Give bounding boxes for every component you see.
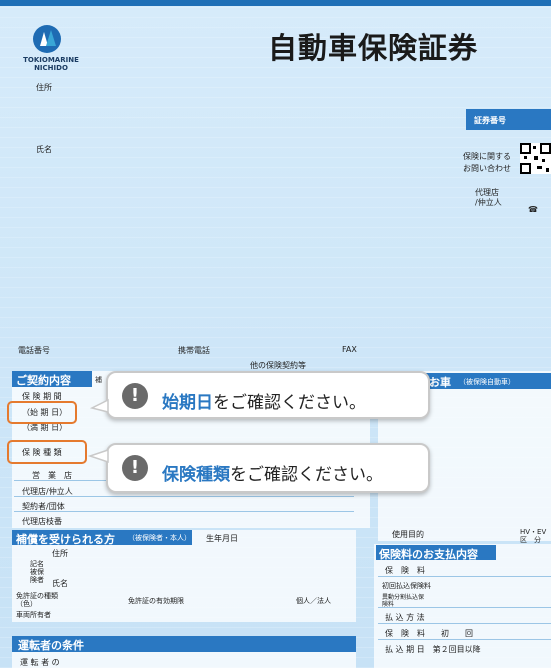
named-insured-label: 記名被保険者 [30, 560, 44, 584]
phone-label: 電話番号 [18, 346, 50, 355]
logo-line1: TOKIOMARINE [23, 56, 79, 64]
other-contracts-label: 他の保険契約等 [250, 361, 306, 370]
start-date-callout: ! 始期日をご確認ください。 [106, 371, 430, 419]
name-label: 氏名 [36, 145, 52, 154]
policy-number-label: 証券番号 [474, 116, 506, 125]
insurance-type-highlight [7, 440, 87, 464]
divider [378, 623, 551, 624]
payment-row-premium: 保 険 料 [385, 566, 425, 575]
callout-text: 保険種類をご確認ください。 [162, 460, 383, 485]
agent-line1: 代理店 [475, 188, 499, 197]
divider [14, 496, 354, 497]
payment-heading: 保険料のお支払内容 [376, 545, 496, 561]
driver-row-label: 運 転 者 の [20, 658, 60, 667]
divider [378, 639, 551, 640]
logo-line2: NICHIDO [34, 64, 68, 72]
exclamation-icon: ! [122, 455, 148, 481]
car-heading-text: お車 [429, 376, 451, 389]
start-date-highlight [7, 401, 77, 424]
insurance-type-callout: ! 保険種類をご確認ください。 [106, 443, 430, 493]
callout-highlight: 保険種類 [162, 465, 230, 485]
callout-pointer [88, 448, 109, 464]
vehicle-owner-label: 車両所有者 [16, 611, 51, 619]
fax-label: FAX [342, 345, 357, 354]
policy-number-box: 証券番号 [466, 109, 551, 130]
inquiry-line2: お問い合わせ [463, 164, 511, 173]
payment-heading-text: 保険料のお支払内容 [379, 548, 478, 561]
driver-heading: 運転者の条件 [12, 636, 356, 652]
qr-code-icon [520, 143, 551, 174]
license-type-label: 免許証の種類（色） [16, 592, 58, 608]
callout-text: 始期日をご確認ください。 [162, 388, 366, 413]
insured-address-label: 住所 [52, 549, 68, 558]
divider [378, 607, 551, 608]
payment-row-premium-first: 保 険 料 初 回 [385, 629, 473, 638]
tokio-marine-logo-icon [33, 25, 61, 53]
agent-line2: /仲立人 [475, 198, 502, 207]
individual-label: 個人／法人 [296, 597, 331, 605]
contract-heading-text: ご契約内容 [16, 374, 71, 387]
callout-pointer [90, 398, 109, 413]
insured-name-label: 氏名 [52, 579, 68, 588]
telephone-icon: ☎ [528, 205, 538, 214]
contract-tag: 補 [95, 376, 102, 384]
inquiry-label: 保険に関する お問い合わせ [463, 151, 511, 175]
contract-row-agent-branch: 代理店枝番 [22, 517, 62, 526]
dob-label: 生年月日 [206, 534, 238, 543]
payment-row-first: 初回払込保険料 [382, 582, 431, 590]
top-accent-bar [0, 0, 551, 6]
document-title: 自動車保険証券 [268, 31, 479, 65]
use-purpose-label: 使用目的 [392, 530, 424, 539]
callout-rest: をご確認ください。 [213, 393, 366, 413]
contract-heading: ご契約内容 [12, 371, 92, 387]
divider [378, 576, 551, 577]
inquiry-line1: 保険に関する [463, 152, 511, 161]
agent-label: 代理店 /仲立人 [475, 188, 502, 208]
mobile-label: 携帯電話 [178, 346, 210, 355]
exclamation-icon: ! [122, 383, 148, 409]
car-heading: お車 （被保険自動車） [425, 373, 551, 389]
insured-subheading: （被保険者・本人） [128, 534, 191, 542]
callout-highlight: 始期日 [162, 393, 213, 413]
insured-heading-text: 補償を受けられる方 [16, 533, 115, 546]
car-subheading: （被保険自動車） [459, 378, 515, 386]
payment-row-due: 払 込 期 日 第２回目以降 [385, 645, 481, 654]
license-valid-label: 免許証の有効期限 [128, 597, 184, 605]
payment-row-method: 払 込 方 法 [385, 613, 425, 622]
payment-row-installment: 異動分割払込保険料 [382, 594, 425, 608]
insured-heading: 補償を受けられる方 （被保険者・本人） [12, 530, 192, 546]
driver-heading-text: 運転者の条件 [18, 639, 84, 652]
divider [14, 511, 354, 512]
address-label: 住所 [36, 83, 52, 92]
callout-rest: をご確認ください。 [230, 465, 383, 485]
logo-text: TOKIOMARINE NICHIDO [20, 56, 82, 72]
